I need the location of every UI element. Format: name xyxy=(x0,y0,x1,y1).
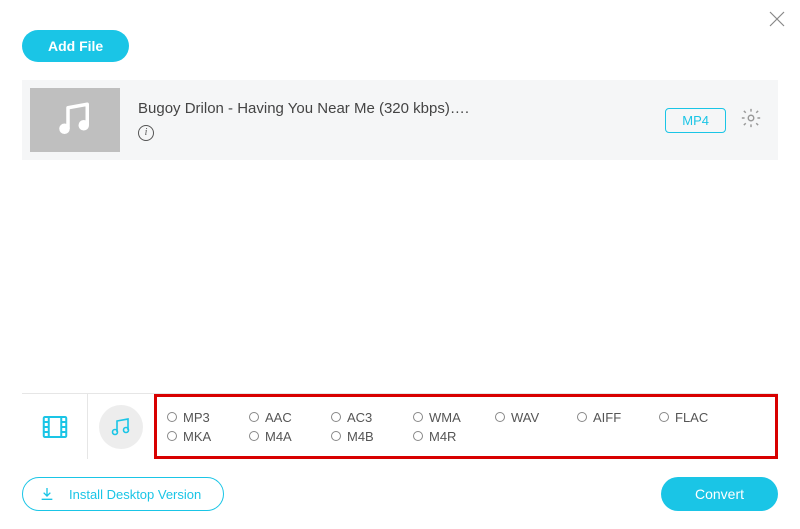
gear-icon[interactable] xyxy=(740,107,762,134)
download-icon xyxy=(39,486,55,502)
format-ac3[interactable]: AC3 xyxy=(331,410,413,425)
music-icon xyxy=(109,415,133,439)
format-panel: MP3 AAC AC3 WMA WAV AIFF FLAC MKA M4A M4… xyxy=(22,393,778,459)
format-m4a[interactable]: M4A xyxy=(249,429,331,444)
music-note-icon xyxy=(54,99,96,141)
file-thumbnail xyxy=(30,88,120,152)
format-aiff[interactable]: AIFF xyxy=(577,410,659,425)
format-flac[interactable]: FLAC xyxy=(659,410,741,425)
tab-video[interactable] xyxy=(22,394,88,459)
format-wav[interactable]: WAV xyxy=(495,410,577,425)
info-icon[interactable]: i xyxy=(138,125,154,141)
file-item: Bugoy Drilon - Having You Near Me (320 k… xyxy=(22,80,778,160)
close-icon[interactable] xyxy=(768,10,786,32)
film-icon xyxy=(40,412,70,442)
install-desktop-button[interactable]: Install Desktop Version xyxy=(22,477,224,511)
output-format-button[interactable]: MP4 xyxy=(665,108,726,133)
convert-button[interactable]: Convert xyxy=(661,477,778,511)
format-mka[interactable]: MKA xyxy=(167,429,249,444)
footer: Install Desktop Version Convert xyxy=(22,477,778,511)
file-title: Bugoy Drilon - Having You Near Me (320 k… xyxy=(138,100,665,117)
format-mp3[interactable]: MP3 xyxy=(167,410,249,425)
format-m4r[interactable]: M4R xyxy=(413,429,495,444)
format-options: MP3 AAC AC3 WMA WAV AIFF FLAC MKA M4A M4… xyxy=(154,394,778,459)
tab-audio[interactable] xyxy=(88,394,154,459)
format-wma[interactable]: WMA xyxy=(413,410,495,425)
format-aac[interactable]: AAC xyxy=(249,410,331,425)
add-file-button[interactable]: Add File xyxy=(22,30,129,62)
format-m4b[interactable]: M4B xyxy=(331,429,413,444)
